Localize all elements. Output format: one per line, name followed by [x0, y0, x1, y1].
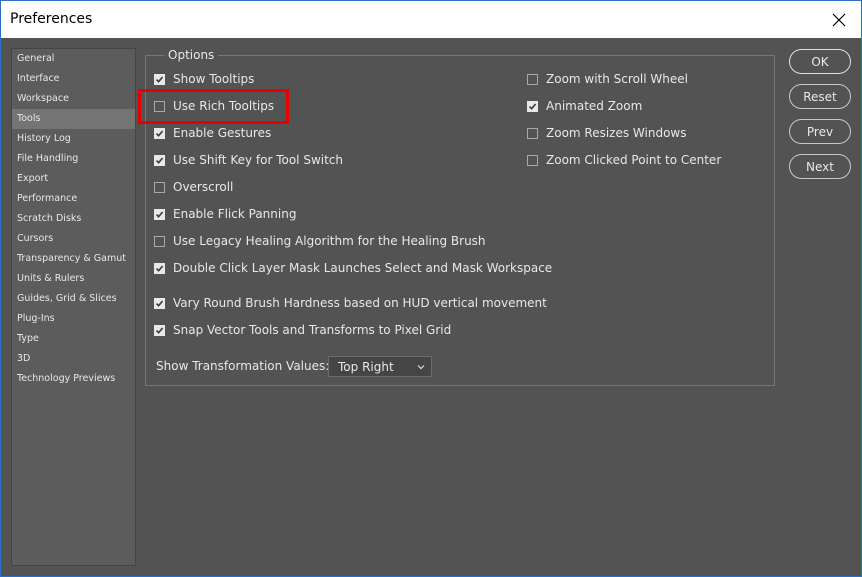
option-label: Vary Round Brush Hardness based on HUD v…: [173, 296, 547, 310]
sidebar-item-workspace[interactable]: Workspace: [12, 89, 135, 109]
option-zoom-resizes-windows[interactable]: Zoom Resizes Windows: [527, 124, 687, 142]
checkmark-icon: [155, 264, 164, 273]
close-button[interactable]: [817, 1, 861, 38]
option-zoom-with-scroll-wheel[interactable]: Zoom with Scroll Wheel: [527, 70, 688, 88]
transformation-values-label: Show Transformation Values:: [156, 359, 330, 373]
checkbox[interactable]: [154, 181, 165, 193]
option-use-shift-key-for-tool-switch[interactable]: Use Shift Key for Tool Switch: [154, 151, 343, 169]
checkbox[interactable]: [154, 262, 165, 274]
option-zoom-clicked-point-to-center[interactable]: Zoom Clicked Point to Center: [527, 151, 721, 169]
option-vary-round-brush-hardness-based-on-hud-vertical-movement[interactable]: Vary Round Brush Hardness based on HUD v…: [154, 294, 547, 312]
sidebar-item-scratch-disks[interactable]: Scratch Disks: [12, 209, 135, 229]
option-enable-gestures[interactable]: Enable Gestures: [154, 124, 271, 142]
transformation-values-select[interactable]: Top Right: [328, 356, 432, 377]
option-label: Snap Vector Tools and Transforms to Pixe…: [173, 323, 452, 337]
option-overscroll[interactable]: Overscroll: [154, 178, 233, 196]
option-label: Use Shift Key for Tool Switch: [173, 153, 344, 167]
option-show-tooltips[interactable]: Show Tooltips: [154, 70, 254, 88]
checkmark-icon: [528, 102, 537, 111]
title-bar: Preferences: [1, 1, 861, 38]
checkbox[interactable]: [527, 73, 538, 85]
option-label: Zoom Clicked Point to Center: [546, 153, 722, 167]
checkbox[interactable]: [154, 73, 165, 85]
option-label: Animated Zoom: [546, 99, 643, 113]
sidebar-item-technology-previews[interactable]: Technology Previews: [12, 369, 135, 389]
option-label: Show Tooltips: [173, 72, 255, 86]
option-label: Enable Gestures: [173, 126, 272, 140]
checkbox[interactable]: [154, 297, 165, 309]
sidebar-item-performance[interactable]: Performance: [12, 189, 135, 209]
option-label: Overscroll: [173, 180, 234, 194]
sidebar-item-file-handling[interactable]: File Handling: [12, 149, 135, 169]
option-label: Enable Flick Panning: [173, 207, 297, 221]
chevron-down-icon: [417, 365, 425, 370]
checkmark-icon: [155, 156, 164, 165]
sidebar-item-history-log[interactable]: History Log: [12, 129, 135, 149]
option-animated-zoom[interactable]: Animated Zoom: [527, 97, 642, 115]
prev-button[interactable]: Prev: [789, 119, 851, 144]
option-use-legacy-healing-algorithm-for-the-healing-brush[interactable]: Use Legacy Healing Algorithm for the Hea…: [154, 232, 486, 250]
close-icon: [832, 13, 846, 26]
checkbox[interactable]: [154, 154, 165, 166]
checkmark-icon: [155, 299, 164, 308]
sidebar-item-interface[interactable]: Interface: [12, 69, 135, 89]
option-label: Zoom with Scroll Wheel: [546, 72, 688, 86]
checkbox[interactable]: [154, 324, 165, 336]
sidebar-item-cursors[interactable]: Cursors: [12, 229, 135, 249]
sidebar-item-units-rulers[interactable]: Units & Rulers: [12, 269, 135, 289]
checkbox[interactable]: [154, 127, 165, 139]
sidebar-item-plug-ins[interactable]: Plug-Ins: [12, 309, 135, 329]
sidebar-item-3d[interactable]: 3D: [12, 349, 135, 369]
option-label: Zoom Resizes Windows: [546, 126, 687, 140]
option-double-click-layer-mask-launches-select-and-mask-workspace[interactable]: Double Click Layer Mask Launches Select …: [154, 259, 552, 277]
checkmark-icon: [155, 326, 164, 335]
checkbox[interactable]: [154, 235, 165, 247]
highlight-box: [138, 89, 289, 124]
sidebar-item-type[interactable]: Type: [12, 329, 135, 349]
option-label: Double Click Layer Mask Launches Select …: [173, 261, 553, 275]
checkbox[interactable]: [154, 208, 165, 220]
next-button[interactable]: Next: [789, 154, 851, 179]
options-group-label: Options: [164, 48, 219, 62]
sidebar-item-transparency-gamut[interactable]: Transparency & Gamut: [12, 249, 135, 269]
checkmark-icon: [155, 210, 164, 219]
transformation-values-value: Top Right: [338, 359, 394, 374]
sidebar-item-guides-grid-slices[interactable]: Guides, Grid & Slices: [12, 289, 135, 309]
sidebar-item-export[interactable]: Export: [12, 169, 135, 189]
option-snap-vector-tools-and-transforms-to-pixel-grid[interactable]: Snap Vector Tools and Transforms to Pixe…: [154, 321, 451, 339]
sidebar-item-general[interactable]: General: [12, 49, 135, 69]
checkmark-icon: [155, 129, 164, 138]
sidebar-item-tools[interactable]: Tools: [12, 109, 135, 129]
window-title: Preferences: [10, 11, 93, 27]
ok-button[interactable]: OK: [789, 49, 851, 74]
checkmark-icon: [155, 75, 164, 84]
checkbox[interactable]: [527, 127, 538, 139]
preferences-sidebar: General Interface Workspace Tools History Lo…: [11, 48, 136, 566]
option-enable-flick-panning[interactable]: Enable Flick Panning: [154, 205, 296, 223]
reset-button[interactable]: Reset: [789, 84, 851, 109]
checkbox[interactable]: [527, 100, 538, 112]
option-label: Use Legacy Healing Algorithm for the Hea…: [173, 234, 486, 248]
checkbox[interactable]: [527, 154, 538, 166]
